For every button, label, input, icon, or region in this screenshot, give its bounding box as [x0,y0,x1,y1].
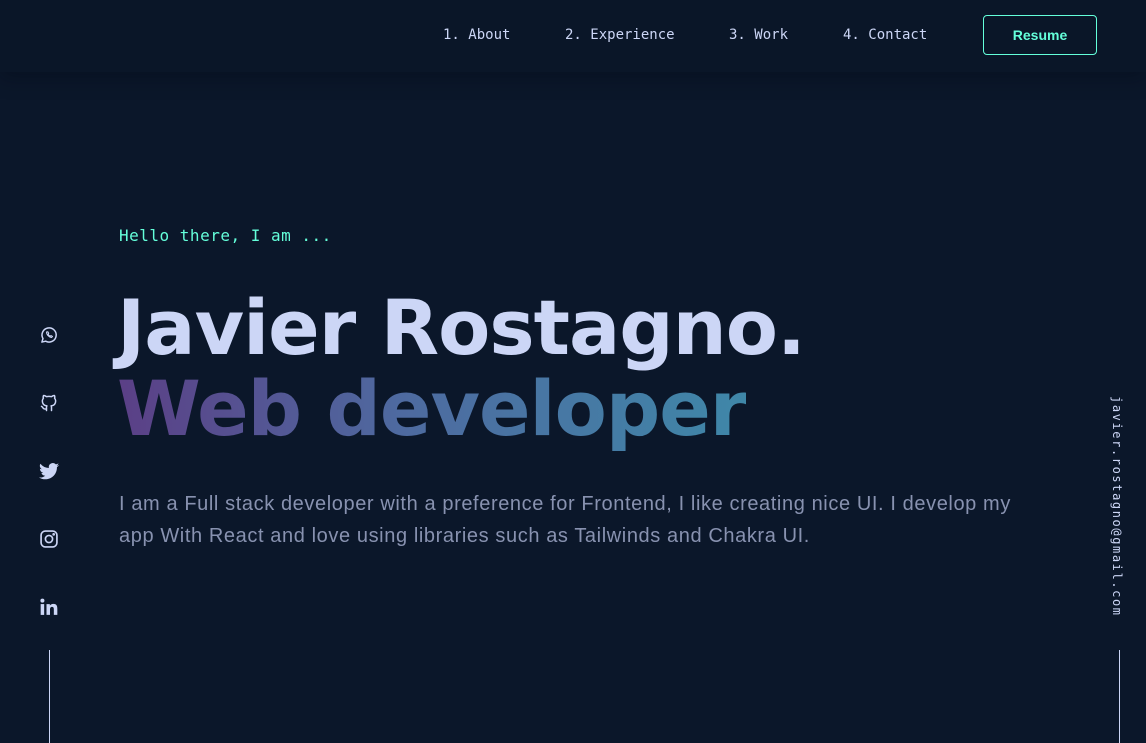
hero-bio: I am a Full stack developer with a prefe… [119,493,1011,547]
instagram-icon[interactable] [37,527,61,551]
email-link[interactable]: javier.rostagno@gmail.com [1110,396,1124,617]
twitter-icon[interactable] [37,459,61,483]
hero-name: Javier Rostagno. [117,283,806,372]
nav-item-about[interactable]: 1. About [443,27,510,43]
hero-greeting: Hello there, I am ... [119,226,332,245]
github-icon[interactable] [37,391,61,415]
right-sidebar-line [1119,650,1120,743]
nav-item-contact[interactable]: 4. Contact [843,27,927,43]
resume-button[interactable]: Resume [983,15,1097,55]
nav-item-work[interactable]: 3. Work [729,27,788,43]
left-sidebar-line [49,650,50,743]
whatsapp-icon[interactable] [37,323,61,347]
nav-item-experience[interactable]: 2. Experience [565,27,675,43]
top-navbar: 1. About 2. Experience 3. Work 4. Contac… [0,0,1146,72]
linkedin-icon[interactable] [37,595,61,619]
hero-role: Web developer [117,364,747,453]
